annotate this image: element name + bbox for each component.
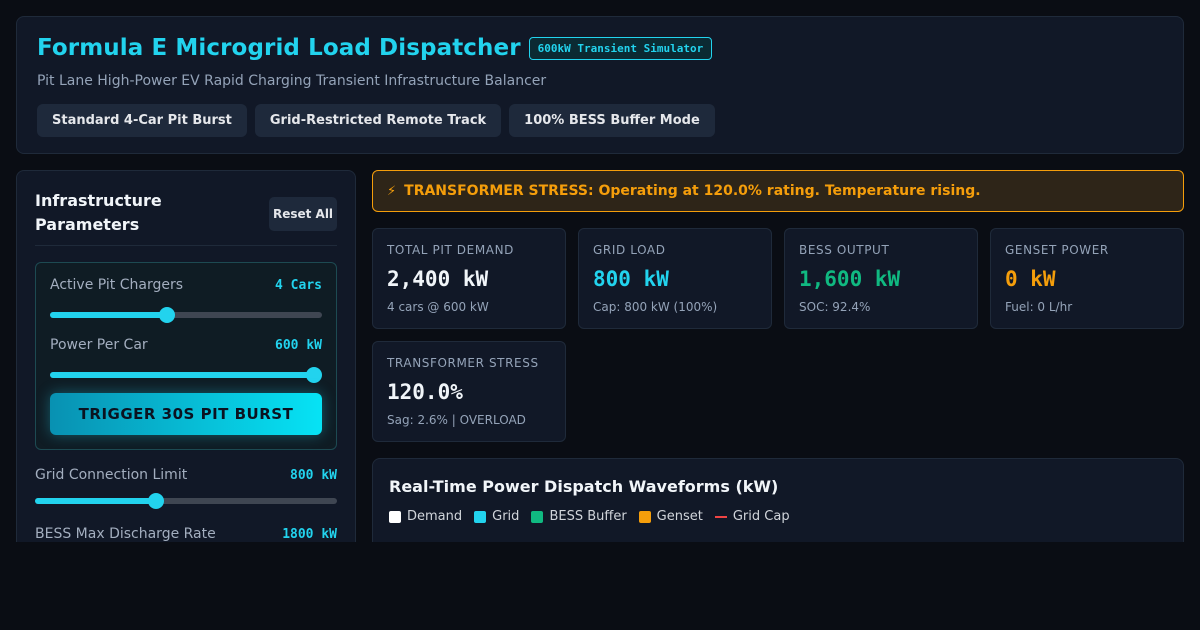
alert-text: TRANSFORMER STRESS: Operating at 120.0% … [404, 183, 981, 199]
metric-label: GENSET POWER [1005, 243, 1109, 257]
metric-label: BESS OUTPUT [799, 243, 890, 257]
title-row: Formula E Microgrid Load Dispatcher 600k… [37, 35, 713, 61]
metric-value: 800 kW [593, 267, 669, 291]
grid-limit-value: 800 kW [290, 467, 337, 483]
panel-title: Infrastructure Parameters [35, 191, 162, 234]
metric-detail: Cap: 800 kW (100%) [593, 300, 718, 314]
metric-card-genset-power: GENSET POWER 0 kW Fuel: 0 L/hr [990, 228, 1184, 329]
power-per-car-slider[interactable] [50, 367, 322, 383]
page-title: Formula E Microgrid Load Dispatcher [37, 35, 521, 61]
legend-item-genset: Genset [638, 509, 703, 524]
metric-label: TOTAL PIT DEMAND [387, 243, 515, 257]
slider-fill [50, 372, 314, 378]
bess-rate-value: 1800 kW [282, 526, 337, 542]
metric-card-transformer-stress: TRANSFORMER STRESS 120.0% Sag: 2.6% | OV… [372, 341, 566, 442]
power-per-car-row: Power Per Car 600 kW [50, 337, 322, 353]
legend-label: Grid Cap [732, 509, 790, 524]
simulator-badge: 600kW Transient Simulator [528, 36, 713, 60]
lightning-bolt-icon: ⚡ [387, 183, 397, 199]
metric-value: 0 kW [1005, 267, 1056, 291]
infrastructure-parameters-panel: Infrastructure Parameters Reset All Acti… [16, 170, 356, 570]
grid-limit-label: Grid Connection Limit [35, 467, 188, 483]
metric-card-total-demand: TOTAL PIT DEMAND 2,400 kW 4 cars @ 600 k… [372, 228, 566, 329]
metric-value: 120.0% [387, 380, 463, 404]
legend-item-grid: Grid [474, 509, 519, 524]
pit-chargers-slider[interactable] [50, 307, 322, 323]
metric-value: 1,600 kW [799, 267, 901, 291]
power-per-car-value: 600 kW [275, 337, 322, 353]
metric-detail: Sag: 2.6% | OVERLOAD [387, 413, 526, 427]
grid-limit-row: Grid Connection Limit 800 kW [35, 467, 337, 483]
legend-label: Grid [492, 509, 520, 524]
header-panel: Formula E Microgrid Load Dispatcher 600k… [16, 16, 1184, 154]
slider-thumb[interactable] [158, 307, 175, 323]
preset-buttons: Standard 4-Car Pit Burst Grid-Restricted… [37, 104, 715, 137]
metric-detail: 4 cars @ 600 kW [387, 300, 489, 314]
metric-card-grid-load: GRID LOAD 800 kW Cap: 800 kW (100%) [578, 228, 772, 329]
legend-item-demand: Demand [389, 509, 462, 524]
preset-grid-restricted-button[interactable]: Grid-Restricted Remote Track [254, 104, 502, 137]
legend-swatch [531, 510, 544, 523]
page-subtitle: Pit Lane High-Power EV Rapid Charging Tr… [37, 73, 547, 89]
legend-item-grid-cap: Grid Cap [714, 509, 790, 524]
slider-fill [35, 498, 156, 504]
trigger-pit-burst-button[interactable]: TRIGGER 30S PIT BURST [50, 393, 322, 435]
legend-label: Genset [656, 509, 703, 524]
metric-label: GRID LOAD [593, 243, 666, 257]
pit-chargers-label: Active Pit Chargers [50, 277, 184, 293]
pit-chargers-value: 4 Cars [275, 277, 322, 293]
preset-standard-pit-burst-button[interactable]: Standard 4-Car Pit Burst [37, 104, 247, 137]
grid-limit-slider[interactable] [35, 493, 337, 509]
waveforms-title: Real-Time Power Dispatch Waveforms (kW) [389, 477, 779, 496]
waveforms-legend: Demand Grid BESS Buffer Genset Grid Cap [389, 509, 802, 524]
panel-header: Infrastructure Parameters Reset All [35, 189, 337, 246]
preset-bess-buffer-button[interactable]: 100% BESS Buffer Mode [509, 104, 715, 137]
legend-swatch [714, 515, 727, 518]
power-per-car-label: Power Per Car [50, 337, 148, 353]
legend-label: BESS Buffer [549, 509, 627, 524]
pit-burst-group: Active Pit Chargers 4 Cars Power Per Car… [35, 262, 337, 450]
legend-item-bess-buffer: BESS Buffer [531, 509, 627, 524]
metric-value: 2,400 kW [387, 267, 489, 291]
legend-swatch [389, 510, 401, 523]
metric-card-bess-output: BESS OUTPUT 1,600 kW SOC: 92.4% [784, 228, 978, 329]
metric-detail: Fuel: 0 L/hr [1005, 300, 1073, 314]
transformer-stress-alert: ⚡ TRANSFORMER STRESS: Operating at 120.0… [372, 170, 1184, 212]
legend-label: Demand [407, 509, 463, 524]
legend-swatch [638, 510, 651, 523]
slider-thumb[interactable] [147, 493, 164, 509]
reset-all-button[interactable]: Reset All [269, 197, 337, 231]
bess-rate-row: BESS Max Discharge Rate 1800 kW [35, 526, 337, 542]
metric-label: TRANSFORMER STRESS [387, 356, 539, 370]
pit-chargers-row: Active Pit Chargers 4 Cars [50, 277, 322, 293]
bess-rate-label: BESS Max Discharge Rate [35, 526, 216, 542]
slider-fill [50, 312, 167, 318]
slider-thumb[interactable] [306, 367, 322, 383]
legend-swatch [474, 510, 487, 523]
page-background [0, 542, 1200, 630]
metric-detail: SOC: 92.4% [799, 300, 871, 314]
